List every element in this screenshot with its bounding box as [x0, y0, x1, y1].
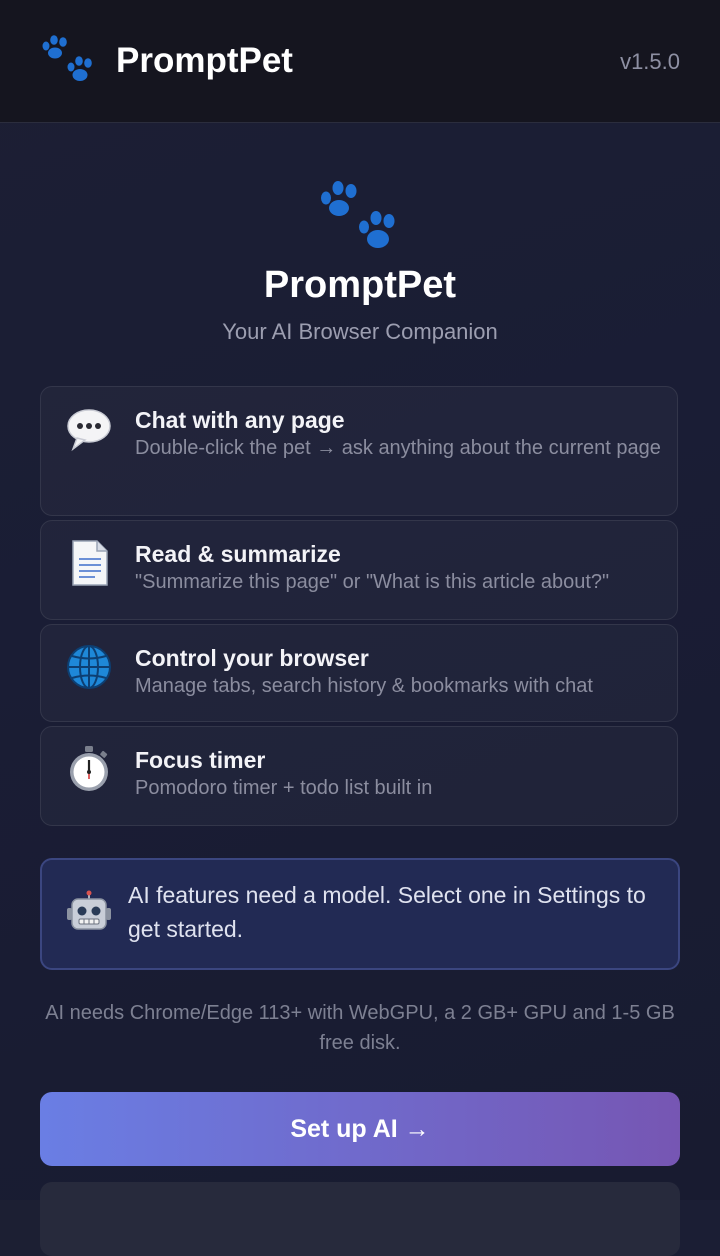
- document-icon: [72, 540, 108, 586]
- setup-ai-button[interactable]: Set up AI →: [40, 1092, 680, 1166]
- feature-title: Focus timer: [135, 747, 266, 773]
- feature-description: Double-click the pet → ask anything abou…: [135, 437, 661, 459]
- feature-card-timer: Focus timer Pomodoro timer + todo list b…: [40, 726, 678, 826]
- app-title: PromptPet: [116, 41, 293, 80]
- app-header: PromptPet v1.5.0: [0, 0, 720, 123]
- globe-icon: [67, 645, 111, 689]
- feature-description: Pomodoro timer + todo list built in: [135, 777, 433, 799]
- feature-card-browser: Control your browser Manage tabs, search…: [40, 624, 678, 722]
- robot-icon: [67, 890, 111, 930]
- paw-icon: [42, 35, 92, 81]
- feature-title: Chat with any page: [135, 407, 345, 433]
- feature-card-summarize: Read & summarize "Summarize this page" o…: [40, 520, 678, 620]
- feature-description: "Summarize this page" or "What is this a…: [135, 571, 610, 593]
- paw-icon: [321, 181, 395, 248]
- hero-title: PromptPet: [263, 264, 457, 306]
- stopwatch-icon: [70, 746, 108, 791]
- hero-subtitle: Your AI Browser Companion: [222, 319, 498, 344]
- model-notice: AI features need a model. Select one in …: [40, 858, 680, 970]
- speech-bubble-icon: [67, 409, 111, 452]
- feature-title: Control your browser: [135, 645, 369, 671]
- feature-title: Read & summarize: [135, 541, 341, 567]
- notice-text: AI features need a model. Select one in …: [128, 882, 646, 942]
- feature-description: Manage tabs, search history & bookmarks …: [135, 675, 593, 697]
- feature-card-chat: Chat with any page Double-click the pet …: [40, 386, 678, 516]
- requirements-text: AI needs Chrome/Edge 113+ with WebGPU, a…: [45, 1002, 675, 1054]
- secondary-button[interactable]: [40, 1182, 680, 1256]
- version-label: v1.5.0: [620, 49, 680, 74]
